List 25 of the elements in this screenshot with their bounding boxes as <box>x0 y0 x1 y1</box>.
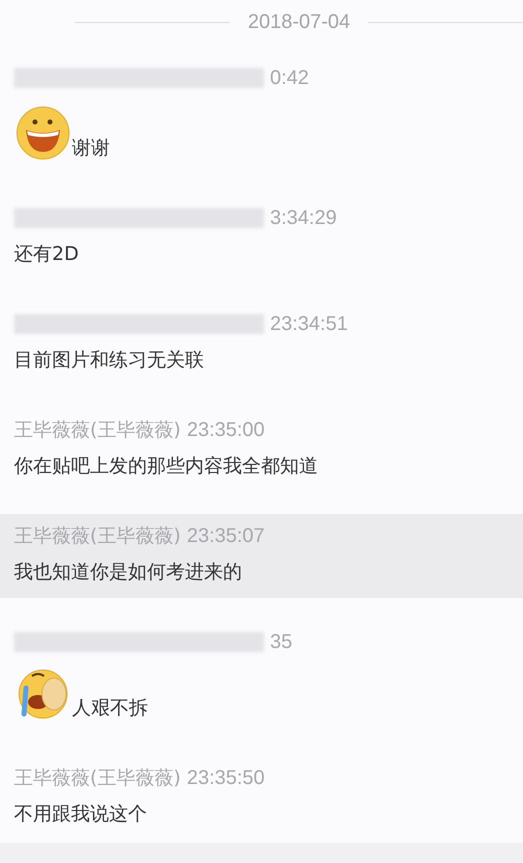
message[interactable]: 0:42 谢谢 <box>0 56 523 174</box>
message-time: 0:42 <box>270 66 309 90</box>
message-time: 35 <box>270 630 292 654</box>
message[interactable]: 王毕薇薇(王毕薇薇) 23:35:50 不用跟我说这个 <box>0 756 523 840</box>
message-text: 你在贴吧上发的那些内容我全都知道 <box>14 454 318 478</box>
sender-name: 王毕薇薇(王毕薇薇) <box>14 418 181 443</box>
message-time: 23:35:07 <box>186 524 265 548</box>
message-time: 3:34:29 <box>270 206 337 230</box>
message-text: 目前图片和练习无关联 <box>14 348 204 372</box>
message-text: 谢谢 <box>72 136 110 160</box>
message-time: 23:35:50 <box>186 766 265 790</box>
message-text: 我也知道你是如何考进来的 <box>14 560 242 584</box>
sender-name: 王毕薇薇(王毕薇薇) <box>14 524 181 549</box>
message[interactable]: 王毕薇薇(王毕薇薇) 23:35:07 我也知道你是如何考进来的 <box>0 514 523 598</box>
message[interactable]: 3:34:29 还有2D <box>0 196 523 280</box>
message[interactable]: 23:34:51 目前图片和练习无关联 <box>0 302 523 386</box>
sender-name: 王毕薇薇(王毕薇薇) <box>14 766 181 791</box>
message-time: 23:35:00 <box>186 418 265 442</box>
message[interactable]: 王毕薇薇(王毕薇薇) 23:35:00 你在贴吧上发的那些内容我全都知道 <box>0 408 523 492</box>
message-text: 还有2D <box>14 242 79 266</box>
message[interactable]: 35 人艰不拆 <box>0 620 523 734</box>
message-text: 人艰不拆 <box>72 696 148 720</box>
message-time: 23:34:51 <box>270 312 348 336</box>
message-text: 不用跟我说这个 <box>14 802 147 826</box>
date-divider: 2018-07-04 <box>248 10 350 34</box>
